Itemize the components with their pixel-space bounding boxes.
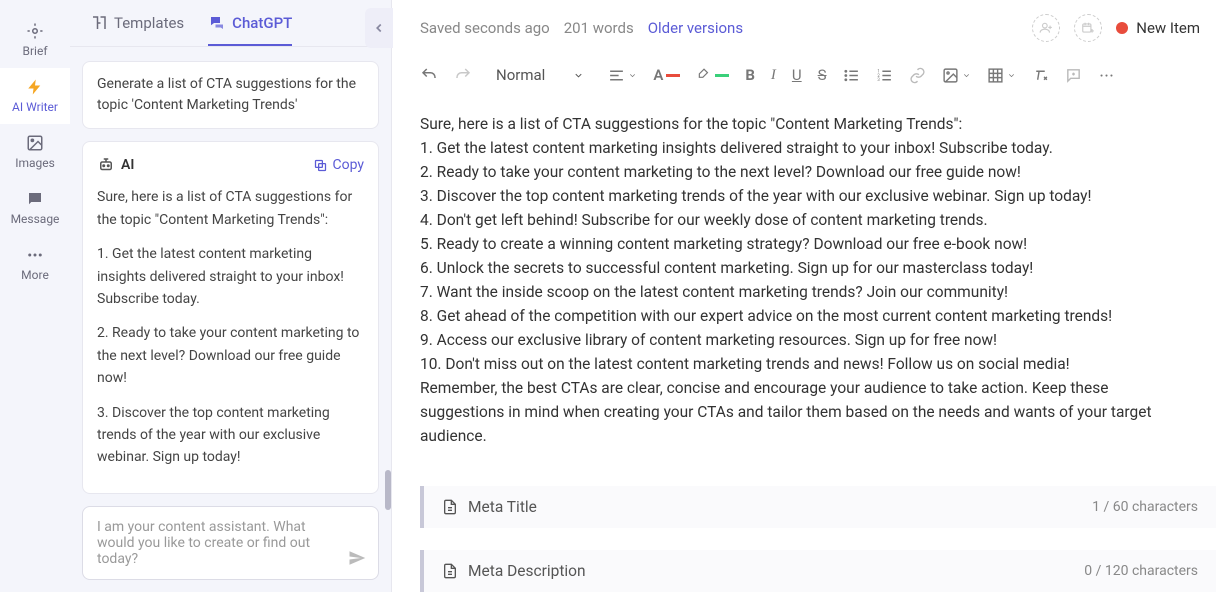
doc-line: 10. Don't miss out on the latest content… [420, 352, 1196, 376]
nav-ai-writer[interactable]: AI Writer [0, 68, 70, 124]
chat-icon [26, 190, 44, 208]
align-button[interactable] [608, 67, 637, 84]
dots-icon [26, 246, 44, 264]
nav-brief[interactable]: Brief [0, 12, 70, 68]
nav-label: Brief [23, 44, 48, 58]
doc-line: 3. Discover the top content marketing tr… [420, 184, 1196, 208]
doc-line: Sure, here is a list of CTA suggestions … [420, 112, 1196, 136]
link-button[interactable] [909, 67, 926, 84]
tab-templates[interactable]: Templates [90, 14, 184, 46]
copy-label: Copy [332, 154, 364, 176]
table-button[interactable] [987, 67, 1016, 84]
nav-message[interactable]: Message [0, 180, 70, 236]
text-color-button[interactable]: A [653, 66, 680, 84]
user-message: Generate a list of CTA suggestions for t… [82, 61, 379, 129]
meta-title-counter: 1 / 60 characters [1092, 499, 1198, 515]
copy-button[interactable]: Copy [313, 154, 364, 176]
doc-line: 6. Unlock the secrets to successful cont… [420, 256, 1196, 280]
scrollbar-thumb[interactable] [385, 470, 391, 510]
document-content[interactable]: Sure, here is a list of CTA suggestions … [392, 102, 1224, 468]
doc-line: 5. Ready to create a winning content mar… [420, 232, 1196, 256]
doc-line: 9. Access our exclusive library of conte… [420, 328, 1196, 352]
doc-line: Remember, the best CTAs are clear, conci… [420, 376, 1196, 448]
tab-label: Templates [114, 14, 184, 32]
strikethrough-button[interactable]: S [818, 66, 827, 84]
chat-scroll[interactable]: Generate a list of CTA suggestions for t… [70, 47, 391, 496]
ai-text: 1. Get the latest content marketing insi… [97, 243, 364, 310]
numbered-list-button[interactable]: 123 [876, 67, 893, 84]
doc-line: 8. Get ahead of the competition with our… [420, 304, 1196, 328]
file-icon [442, 499, 458, 515]
collapse-panel-button[interactable] [365, 8, 393, 48]
underline-button[interactable]: U [792, 66, 802, 84]
doc-line: 2. Ready to take your content marketing … [420, 160, 1196, 184]
italic-button[interactable]: I [771, 67, 776, 84]
nav-label: AI Writer [12, 100, 58, 114]
meta-description-label: Meta Description [468, 562, 586, 580]
image-button[interactable] [942, 67, 971, 84]
add-user-button[interactable] [1032, 14, 1060, 42]
new-item-button[interactable]: New Item [1116, 19, 1200, 37]
bullet-list-button[interactable] [843, 67, 860, 84]
comment-button[interactable] [1065, 67, 1082, 84]
chat-bubbles-icon [208, 14, 226, 32]
file-icon [442, 563, 458, 579]
status-dot-icon [1116, 22, 1128, 34]
editor: Saved seconds ago 201 words Older versio… [392, 0, 1224, 592]
saved-status: Saved seconds ago [420, 19, 550, 37]
copy-icon [313, 158, 328, 173]
style-label: Normal [496, 66, 545, 84]
ai-message: AI Copy Sure, here is a list of CTA sugg… [82, 141, 379, 494]
robot-icon [97, 156, 115, 174]
redo-button[interactable] [454, 66, 472, 84]
left-nav: Brief AI Writer Images Message More [0, 0, 70, 592]
more-button[interactable] [1098, 67, 1115, 84]
svg-text:3: 3 [877, 78, 880, 83]
image-icon [26, 134, 44, 152]
templates-icon [90, 14, 108, 32]
nav-more[interactable]: More [0, 236, 70, 292]
ai-label-text: AI [121, 154, 134, 176]
meta-description-block[interactable]: Meta Description 0 / 120 characters [420, 550, 1216, 592]
doc-line: 4. Don't get left behind! Subscribe for … [420, 208, 1196, 232]
doc-line: 7. Want the inside scoop on the latest c… [420, 280, 1196, 304]
editor-header: Saved seconds ago 201 words Older versio… [392, 0, 1224, 54]
bolt-icon [26, 78, 44, 96]
tab-label: ChatGPT [232, 14, 292, 32]
target-icon [26, 22, 44, 40]
doc-line: 1. Get the latest content marketing insi… [420, 136, 1196, 160]
ai-text: 3. Discover the top content marketing tr… [97, 402, 364, 469]
editor-toolbar: Normal A B I U S 123 [392, 54, 1224, 102]
chat-placeholder: I am your content assistant. What would … [97, 519, 310, 567]
ai-text: 2. Ready to take your content marketing … [97, 322, 364, 389]
nav-label: More [21, 268, 49, 282]
meta-title-block[interactable]: Meta Title 1 / 60 characters [420, 486, 1216, 528]
clear-format-button[interactable] [1032, 67, 1049, 84]
style-select[interactable]: Normal [488, 62, 592, 88]
add-date-button[interactable] [1074, 14, 1102, 42]
older-versions-link[interactable]: Older versions [648, 19, 743, 37]
ai-panel: Templates ChatGPT Generate a list of CTA… [70, 0, 392, 592]
nav-label: Message [11, 212, 60, 226]
nav-images[interactable]: Images [0, 124, 70, 180]
meta-description-counter: 0 / 120 characters [1084, 563, 1198, 579]
new-item-label: New Item [1136, 19, 1200, 37]
nav-label: Images [15, 156, 55, 170]
word-count: 201 words [564, 19, 634, 37]
ai-tabs: Templates ChatGPT [70, 0, 391, 47]
chat-input[interactable]: I am your content assistant. What would … [82, 506, 379, 580]
send-icon[interactable] [348, 549, 366, 567]
highlight-button[interactable] [696, 68, 729, 82]
tab-chatgpt[interactable]: ChatGPT [208, 14, 292, 46]
ai-text: Sure, here is a list of CTA suggestions … [97, 186, 364, 231]
bold-button[interactable]: B [745, 66, 755, 84]
meta-title-label: Meta Title [468, 498, 537, 516]
undo-button[interactable] [420, 66, 438, 84]
